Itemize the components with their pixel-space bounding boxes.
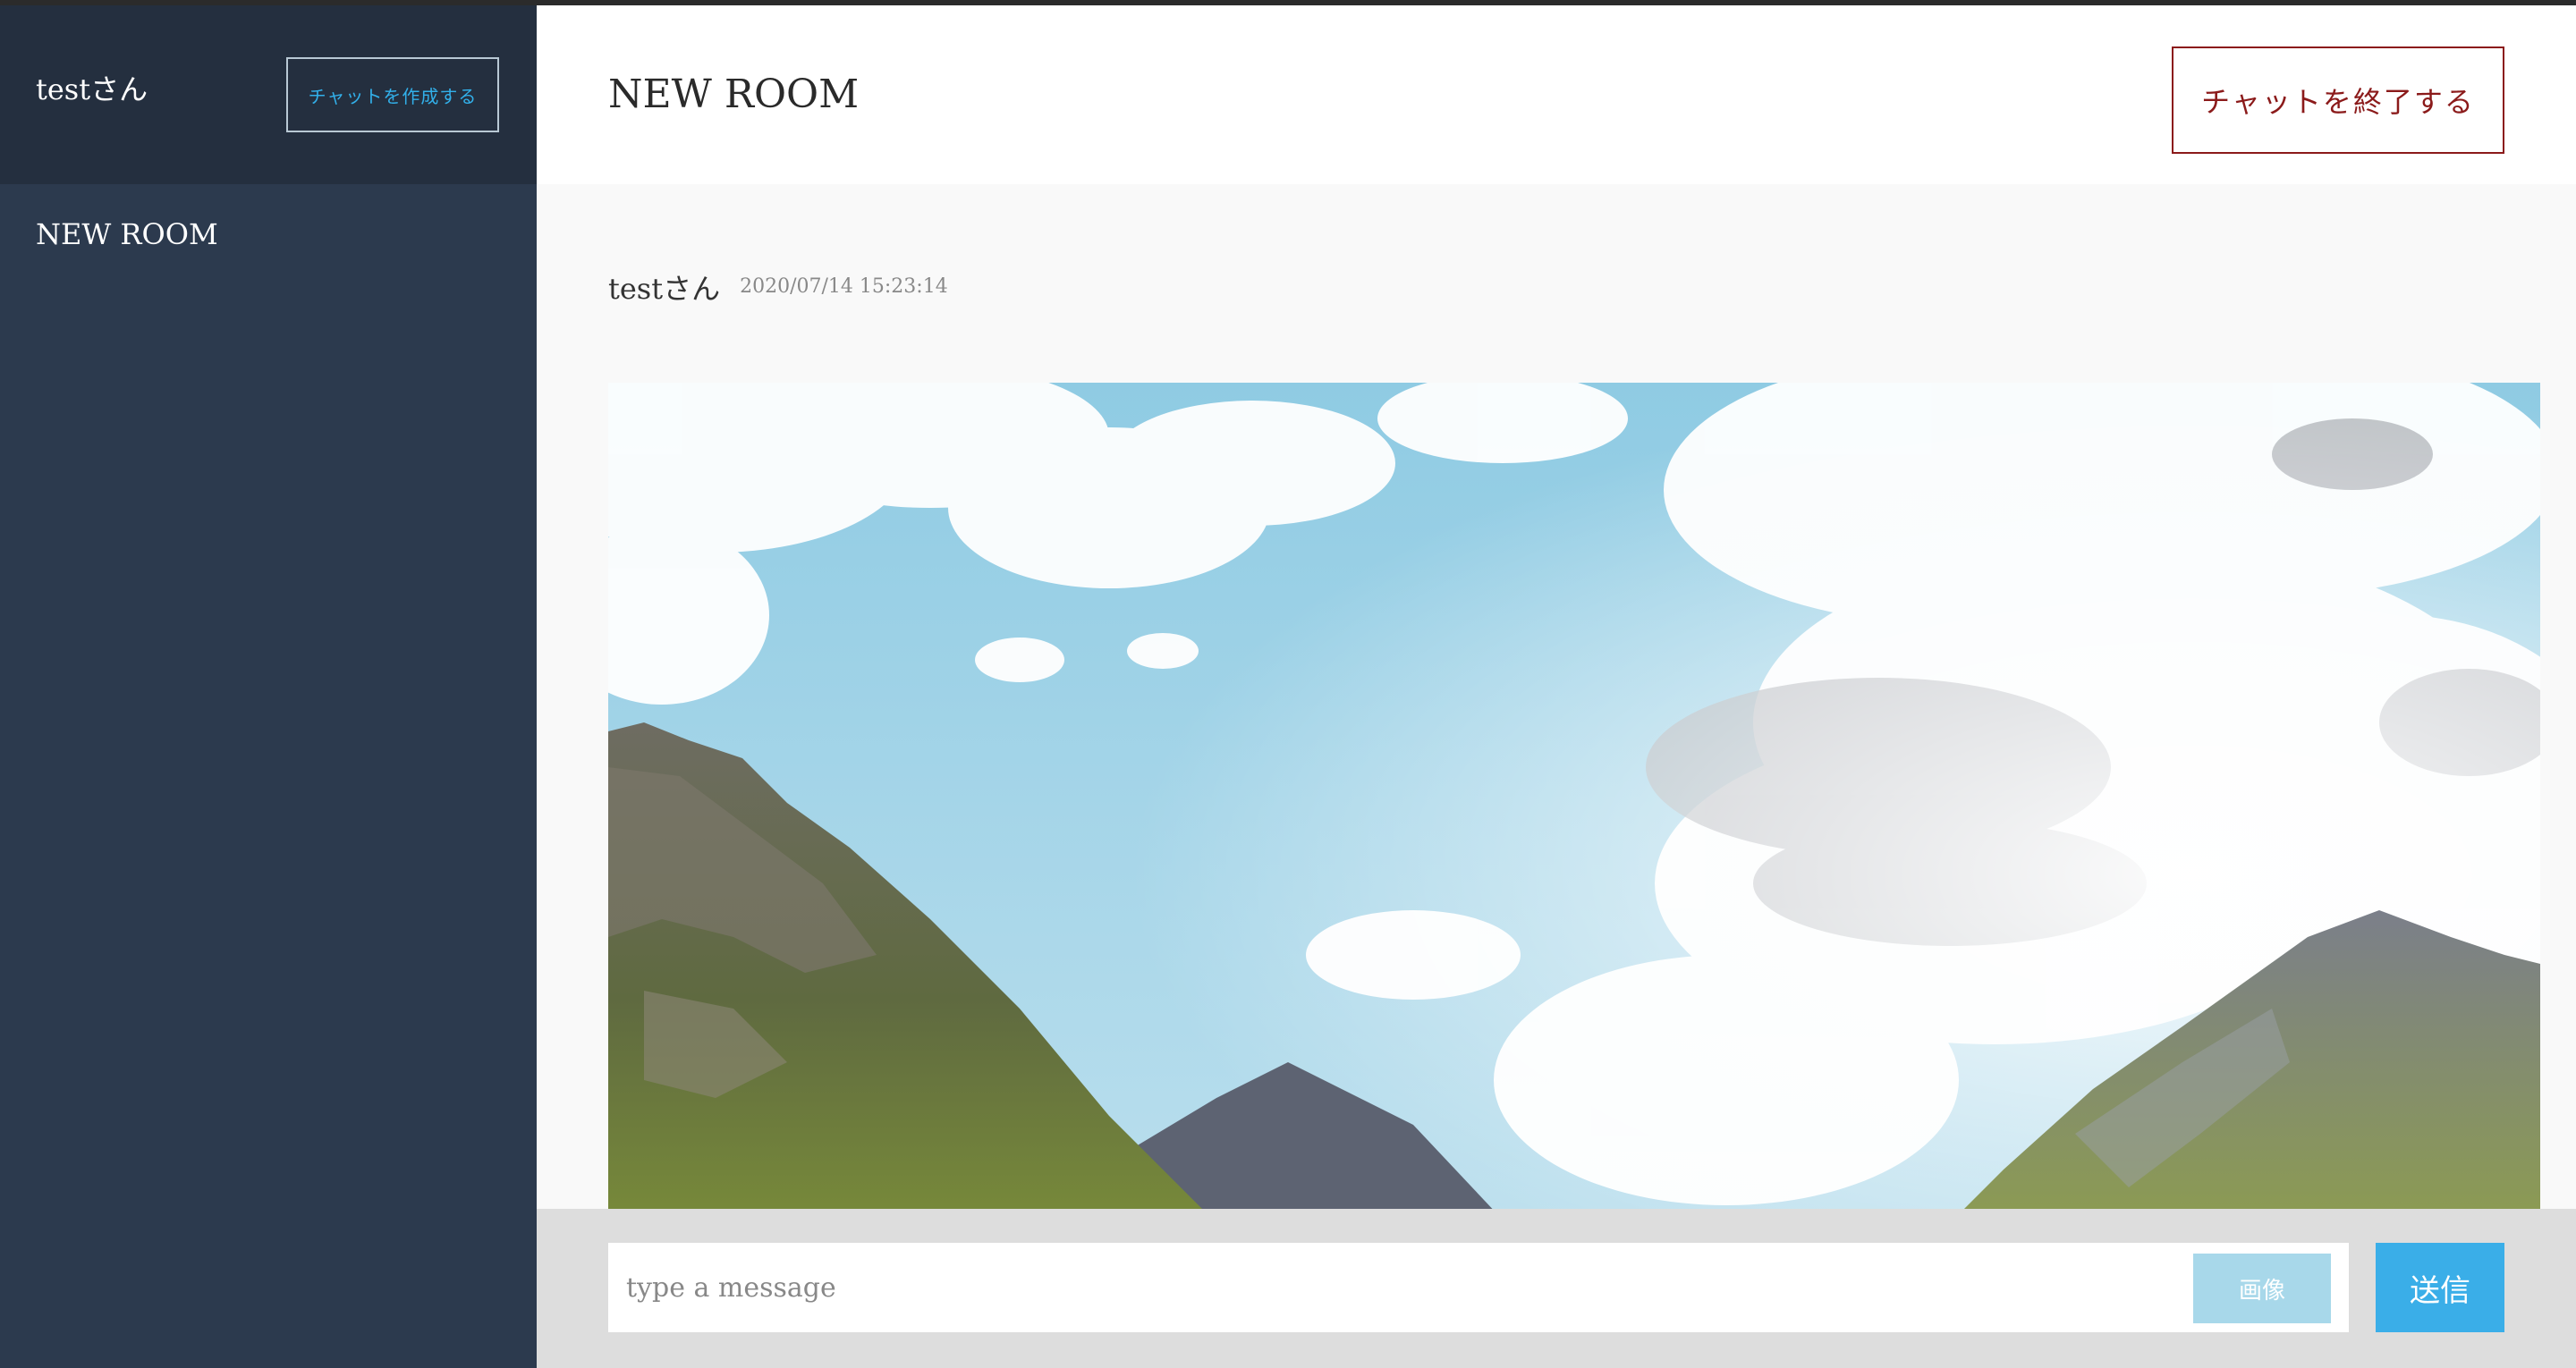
- message-image[interactable]: [608, 383, 2540, 1277]
- sidebar-room-item[interactable]: NEW ROOM: [36, 220, 218, 249]
- message-timestamp: 2020/07/14 15:23:14: [740, 275, 948, 298]
- room-title: NEW ROOM: [608, 72, 860, 117]
- landscape-photo-icon: [608, 383, 2540, 1277]
- send-button[interactable]: 送信: [2376, 1243, 2504, 1332]
- current-user-name: testさん: [36, 72, 148, 106]
- message-input[interactable]: [608, 1243, 2349, 1332]
- chat-header: NEW ROOM チャットを終了する: [537, 5, 2576, 184]
- sidebar-header: testさん チャットを作成する: [0, 5, 537, 184]
- message-author: testさん: [608, 272, 721, 306]
- message-meta: testさん 2020/07/14 15:23:14: [608, 272, 948, 306]
- end-chat-button[interactable]: チャットを終了する: [2172, 46, 2504, 154]
- chat-main: NEW ROOM チャットを終了する testさん 2020/07/14 15:…: [537, 5, 2576, 1368]
- create-chat-button[interactable]: チャットを作成する: [286, 57, 499, 132]
- attach-image-button[interactable]: 画像: [2193, 1254, 2331, 1323]
- message-composer: 画像 送信: [537, 1209, 2576, 1368]
- sidebar: testさん チャットを作成する NEW ROOM: [0, 5, 537, 1368]
